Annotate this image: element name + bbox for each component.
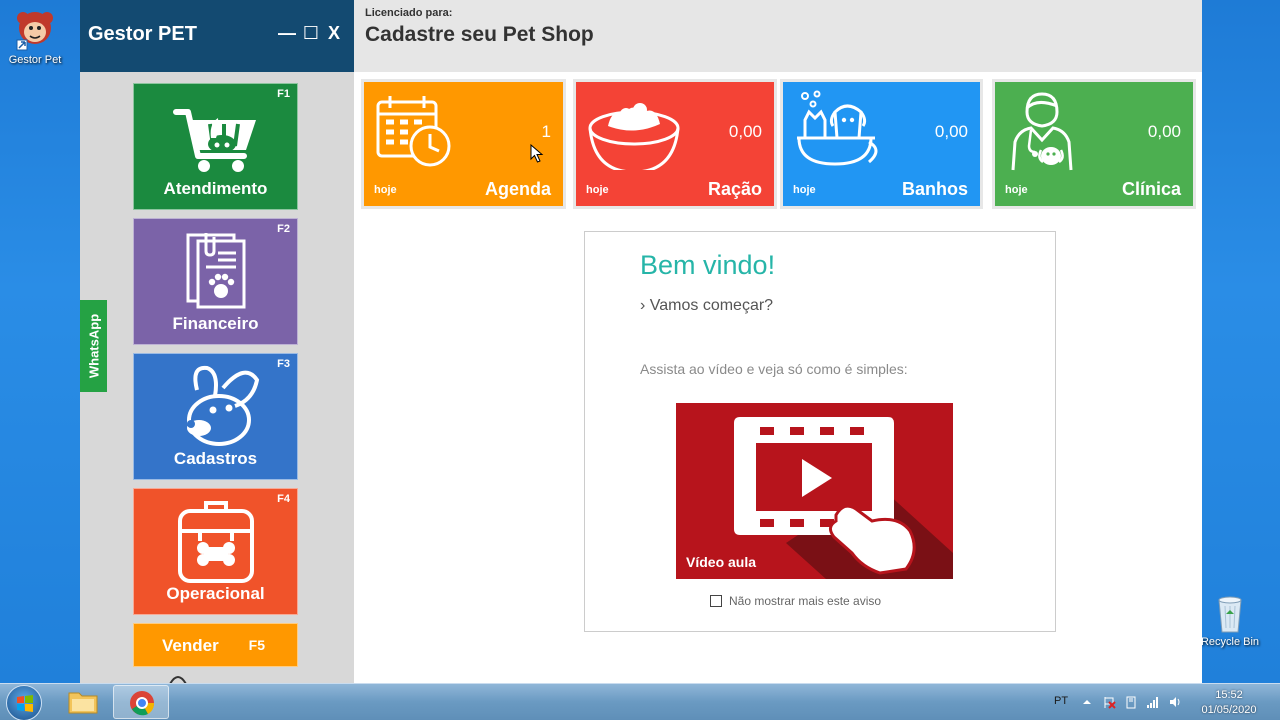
- food-bowl-icon: [588, 103, 680, 170]
- header: Licenciado para: Cadastre seu Pet Shop: [354, 0, 1202, 72]
- vender-label: Vender: [162, 636, 219, 655]
- financeiro-shortcut-key: F2: [277, 223, 290, 235]
- video-play-icon: [734, 417, 953, 579]
- clinica-period: hoje: [1005, 184, 1028, 196]
- language-indicator[interactable]: PT: [1054, 695, 1068, 707]
- gestor-pet-shortcut-label: Gestor Pet: [8, 54, 62, 66]
- taskbar-chrome[interactable]: [113, 685, 169, 719]
- taskbar-file-explorer[interactable]: [55, 685, 111, 719]
- maximize-button[interactable]: ☐: [302, 24, 320, 42]
- calendar-clock-icon: [376, 96, 451, 167]
- vender-shortcut-key: F5: [248, 637, 265, 653]
- video-label: Vídeo aula: [686, 554, 757, 570]
- welcome-title: Bem vindo!: [640, 250, 776, 280]
- welcome-subtitle-link[interactable]: › Vamos começar?: [640, 297, 773, 315]
- racao-period: hoje: [586, 184, 609, 196]
- racao-card[interactable]: 0,00 hoje Ração: [576, 82, 774, 206]
- dont-show-again-label: Não mostrar mais este aviso: [729, 594, 882, 608]
- close-button[interactable]: X: [325, 24, 343, 42]
- dont-show-again-option[interactable]: Não mostrar mais este aviso: [710, 594, 881, 608]
- cadastros-label: Cadastros: [173, 449, 258, 468]
- network-signal-icon[interactable]: [1146, 695, 1160, 709]
- welcome-panel: Bem vindo! › Vamos começar? Assista ao v…: [584, 231, 1056, 632]
- racao-value: 0,00: [728, 122, 762, 141]
- dont-show-again-checkbox[interactable]: [710, 595, 722, 607]
- operacional-tile[interactable]: F4 Operacional: [133, 488, 298, 615]
- agenda-card[interactable]: 1 hoje Agenda: [364, 82, 563, 206]
- recycle-bin-icon: [1218, 596, 1242, 633]
- clinica-card[interactable]: 0,00 hoje Clínica: [995, 82, 1193, 206]
- agenda-period: hoje: [374, 184, 397, 196]
- title-bar: Gestor PET — ☐ X: [80, 0, 354, 72]
- banhos-value: 0,00: [934, 122, 968, 141]
- app-title: Gestor PET: [88, 23, 197, 45]
- atendimento-label: Atendimento: [163, 179, 268, 198]
- recycle-bin-shortcut[interactable]: Recycle Bin: [1195, 592, 1265, 648]
- license-label: Licenciado para:: [365, 7, 453, 19]
- operacional-shortcut-key: F4: [277, 493, 290, 505]
- bath-pets-icon: [797, 90, 878, 166]
- minimize-button[interactable]: —: [278, 24, 296, 42]
- show-hidden-icons-arrow-icon[interactable]: [1080, 695, 1094, 709]
- racao-label: Ração: [707, 179, 762, 199]
- clinica-value: 0,00: [1147, 122, 1181, 141]
- dog-head-icon: [186, 365, 259, 446]
- clinica-label: Clínica: [1121, 179, 1181, 199]
- partial-circle-icon: [169, 676, 187, 683]
- volume-icon[interactable]: [1168, 695, 1182, 709]
- welcome-instruction: Assista ao vídeo e veja só como é simple…: [640, 361, 908, 377]
- agenda-label: Agenda: [484, 179, 551, 199]
- sidebar: Gestor PET — ☐ X WhatsApp F1 Atendimento: [80, 0, 354, 683]
- recycle-bin-label: Recycle Bin: [1200, 636, 1260, 648]
- vet-doctor-icon: [1011, 92, 1073, 171]
- atendimento-tile[interactable]: F1 Atendimento: [133, 83, 298, 210]
- chrome-icon: [130, 691, 155, 716]
- clock-date: 01/05/2020: [1201, 704, 1257, 716]
- pet-bag-bone-icon: [177, 501, 254, 583]
- taskbar: PT 15:52 01/05/2020: [0, 683, 1280, 720]
- cadastros-tile[interactable]: F3 Cadastros: [133, 353, 298, 480]
- banhos-period: hoje: [793, 184, 816, 196]
- video-tutorial-thumbnail[interactable]: Vídeo aula: [676, 403, 953, 579]
- gestor-pet-shortcut[interactable]: Gestor Pet: [0, 6, 70, 66]
- financeiro-tile[interactable]: F2 Financeiro: [133, 218, 298, 345]
- financeiro-label: Financeiro: [172, 314, 259, 333]
- banhos-card[interactable]: 0,00 hoje Banhos: [783, 82, 980, 206]
- clock-time: 15:52: [1215, 689, 1243, 701]
- folder-icon: [68, 692, 98, 714]
- whatsapp-tab-label: WhatsApp: [86, 313, 101, 379]
- license-name: Cadastre seu Pet Shop: [365, 23, 594, 46]
- whatsapp-tab[interactable]: WhatsApp: [80, 300, 107, 392]
- gestor-pet-window: Gestor PET — ☐ X WhatsApp F1 Atendimento: [80, 0, 1202, 683]
- system-clock[interactable]: 15:52 01/05/2020: [1196, 688, 1262, 718]
- shopping-cart-icon: [172, 109, 256, 172]
- agenda-value: 1: [541, 122, 551, 141]
- operacional-label: Operacional: [166, 584, 265, 603]
- banhos-label: Banhos: [901, 179, 968, 199]
- document-paw-icon: [186, 233, 245, 309]
- atendimento-shortcut-key: F1: [277, 88, 290, 100]
- cadastros-shortcut-key: F3: [277, 358, 290, 370]
- monkey-logo-icon: [16, 12, 53, 51]
- device-icon[interactable]: [1124, 695, 1138, 709]
- start-button[interactable]: [6, 685, 42, 720]
- mouse-cursor-icon: [530, 144, 544, 163]
- windows-logo-icon: [17, 695, 33, 712]
- action-center-flag-icon[interactable]: [1102, 695, 1116, 709]
- vender-button[interactable]: Vender F5: [133, 623, 298, 667]
